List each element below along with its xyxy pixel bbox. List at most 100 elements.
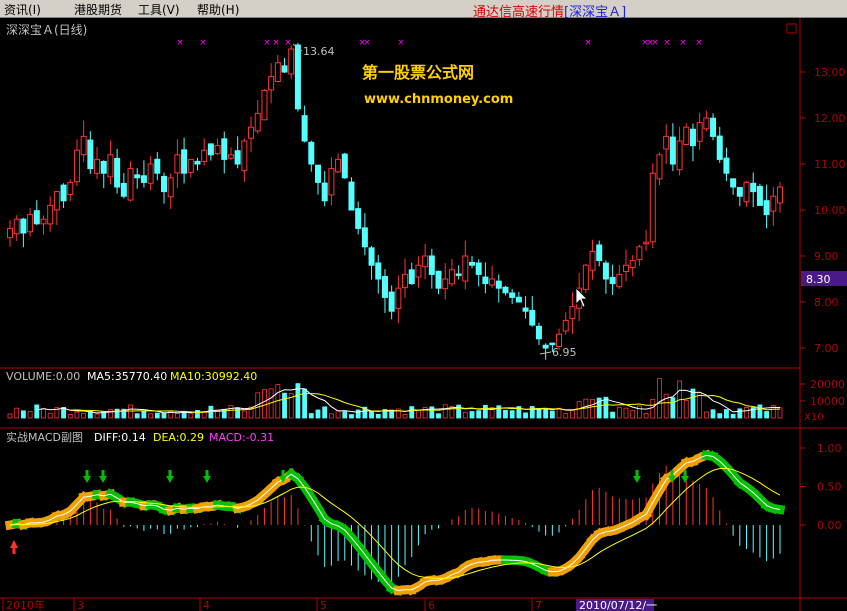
- volume-bar: [683, 400, 689, 419]
- volume-bar: [282, 392, 287, 419]
- macd-tick-label: 1.00: [817, 442, 842, 455]
- candle-body: [636, 246, 643, 261]
- candle-body: [743, 181, 750, 203]
- signal-marker: ×: [651, 38, 659, 48]
- candle-body: [227, 154, 234, 159]
- volume-tick-label: 20000: [810, 378, 845, 391]
- volume-bar: [241, 410, 247, 419]
- volume-bar: [509, 410, 515, 419]
- low-price-label: 6.95: [552, 346, 577, 359]
- candle-body: [321, 182, 328, 202]
- candle-body: [656, 154, 663, 180]
- candle-body: [408, 269, 415, 285]
- volume-bar: [315, 409, 321, 419]
- candle-body: [629, 260, 636, 268]
- candle-body: [33, 210, 40, 225]
- candle-body: [214, 145, 221, 155]
- price-tick-label: 10.00: [814, 204, 846, 217]
- volume-tick-label: 10000: [810, 395, 845, 408]
- candle-body: [140, 175, 147, 183]
- volume-bar: [549, 410, 555, 419]
- candle-body: [649, 172, 656, 243]
- candle-body: [294, 44, 301, 110]
- candle-body: [569, 306, 576, 320]
- volume-bar: [764, 411, 770, 419]
- candle-body: [616, 273, 623, 288]
- volume-bar: [643, 413, 649, 419]
- volume-ma10: MA10:30992.40: [170, 370, 257, 383]
- candle-body: [221, 138, 228, 160]
- volume-bar: [616, 406, 622, 419]
- volume-bar: [322, 406, 328, 419]
- price-tick-label: 9.00: [814, 250, 839, 263]
- volume-bar: [235, 407, 241, 419]
- candle-body: [308, 141, 315, 165]
- candle-body: [248, 126, 255, 139]
- candle-body: [442, 278, 449, 290]
- volume-bar: [328, 413, 334, 419]
- candle-body: [415, 264, 422, 278]
- date-label: 3: [77, 599, 84, 611]
- volume-bar: [342, 411, 348, 419]
- stock-chart[interactable]: × × × × × ×× × × ××× × × × 深深宝Ａ(日线) 第一股票公式网 www.chn…: [0, 18, 847, 611]
- signal-marker: ×: [176, 38, 184, 48]
- volume-bar: [724, 409, 729, 419]
- menu-help[interactable]: 帮助(H): [197, 1, 239, 18]
- volume-bar: [503, 409, 508, 419]
- volume-bar: [41, 408, 46, 419]
- candle-body: [268, 76, 275, 91]
- candle-body: [315, 164, 321, 183]
- candle-body: [455, 273, 462, 276]
- candle-body: [582, 264, 589, 290]
- date-label: 4: [203, 599, 210, 611]
- candle-body: [549, 342, 556, 346]
- volume-bar: [703, 411, 709, 419]
- candle-body: [80, 135, 87, 156]
- volume-bar: [335, 410, 341, 419]
- candle-body: [120, 182, 127, 197]
- volume-bar: [482, 404, 488, 419]
- candle-body: [375, 262, 382, 280]
- volume-bar: [188, 413, 194, 419]
- candle-body: [602, 262, 609, 280]
- candle-body: [756, 185, 763, 206]
- candle-body: [770, 195, 777, 212]
- price-tick-label: 7.00: [814, 342, 839, 355]
- candle-body: [562, 319, 569, 332]
- watermark-title: 第一股票公式网: [362, 63, 474, 82]
- volume-bar: [610, 411, 616, 419]
- menu-news[interactable]: 资讯(I): [4, 1, 41, 18]
- candle-body: [114, 157, 121, 188]
- candle-body: [448, 269, 455, 285]
- price-tick-label: 11.00: [814, 158, 846, 171]
- volume-bar: [369, 410, 374, 419]
- volume-bar: [7, 413, 13, 419]
- signal-marker: ×: [199, 38, 207, 48]
- volume-bar: [636, 405, 642, 419]
- candle-body: [107, 154, 114, 178]
- candle-body: [395, 287, 402, 309]
- volume-bar: [670, 397, 676, 419]
- volume-bar: [20, 410, 26, 419]
- candle-body: [53, 191, 60, 211]
- candle-body: [482, 276, 489, 285]
- volume-bar: [744, 406, 749, 419]
- volume-bar: [590, 399, 595, 419]
- candle-body: [154, 158, 161, 174]
- volume-bar: [536, 408, 542, 419]
- volume-bar: [228, 405, 234, 419]
- candle-body: [736, 187, 743, 197]
- candle-body: [589, 250, 596, 271]
- candle-body: [348, 181, 355, 211]
- menu-hk-futures[interactable]: 港股期货: [74, 1, 122, 18]
- volume-ma5: MA5:35770.40: [87, 370, 167, 383]
- volume-bar: [462, 411, 468, 419]
- candle-body: [167, 177, 174, 198]
- candle-body: [669, 136, 676, 165]
- candle-body: [489, 278, 496, 286]
- candle-body: [13, 218, 20, 235]
- menu-tools[interactable]: 工具(V): [138, 1, 180, 18]
- candle-body: [187, 158, 194, 173]
- volume-bar: [34, 404, 40, 419]
- candle-body: [623, 264, 629, 273]
